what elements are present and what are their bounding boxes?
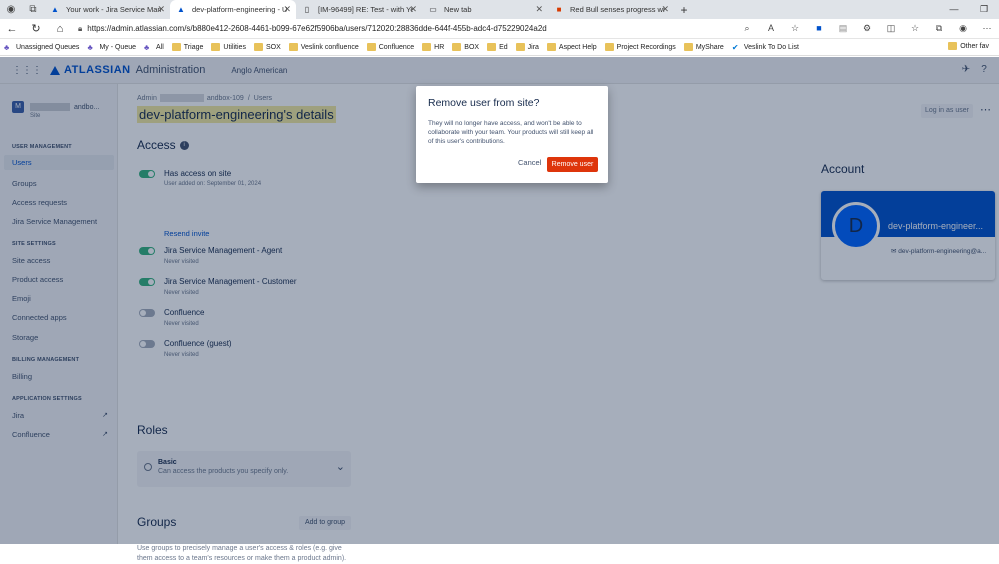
jira-icon: ♣ — [4, 43, 10, 52]
folder-icon — [948, 42, 958, 50]
jira-icon: ♣ — [87, 43, 93, 52]
zoom-icon[interactable]: ⌕ — [735, 23, 759, 34]
collections-icon[interactable]: ⧉ — [927, 23, 951, 34]
folder-icon — [422, 43, 432, 51]
folder-icon — [515, 43, 525, 51]
favorite-star-icon[interactable]: ☆ — [783, 23, 807, 34]
bookmark-folder[interactable]: Utilities — [211, 43, 246, 51]
microsoft-icon: ■ — [556, 5, 562, 14]
jira-icon: ▲ — [51, 5, 59, 14]
browser-tab-active[interactable]: ▲ dev-platform-engineering - Users ✕ — [170, 0, 296, 19]
restore-icon[interactable]: ❐ — [969, 0, 999, 19]
address-bar-row: ← ↻ ⌂ 🔒︎ https://admin.atlassian.com/s/b… — [0, 19, 999, 39]
bookmarks-bar: ♣ Unassigned Queues ♣ My - Queue ♣ All Tria… — [0, 39, 999, 56]
favorites-icon[interactable]: ☆ — [903, 23, 927, 34]
profile-icon[interactable]: ◉ — [951, 23, 975, 34]
settings-more-icon[interactable]: ⋯ — [975, 23, 999, 34]
browser-tab[interactable]: ▯ [IM-96499] RE: Test - with Yes sec ✕ — [296, 0, 422, 19]
folder-icon — [171, 43, 181, 51]
jira-icon: ♣ — [144, 43, 150, 52]
folder-icon — [366, 43, 376, 51]
bookmark[interactable]: ♣ My - Queue — [87, 43, 136, 52]
lock-icon: 🔒︎ — [78, 23, 83, 33]
extension-icon[interactable]: ▤ — [831, 23, 855, 34]
read-aloud-icon[interactable]: A — [759, 23, 783, 34]
workspaces-icon[interactable]: ⧉ — [22, 0, 44, 19]
close-tab-icon[interactable]: ✕ — [157, 4, 165, 15]
folder-icon — [683, 43, 693, 51]
cancel-button[interactable]: Cancel — [518, 158, 541, 167]
bookmark-folder[interactable]: BOX — [452, 43, 479, 51]
bookmark-folder[interactable]: Aspect Help — [546, 43, 597, 51]
folder-icon — [487, 43, 497, 51]
groups-description: Use groups to precisely manage a user's … — [137, 545, 347, 562]
checkmark-icon: ✔ — [731, 43, 739, 52]
home-icon[interactable]: ⌂ — [48, 23, 72, 35]
bookmark-folder[interactable]: Jira — [515, 43, 539, 51]
bookmark[interactable]: ♣ All — [144, 43, 164, 52]
bookmark-folder[interactable]: Project Recordings — [604, 43, 676, 51]
close-tab-icon[interactable]: ✕ — [535, 4, 543, 15]
document-icon: ▯ — [304, 5, 310, 14]
folder-icon — [604, 43, 614, 51]
refresh-icon[interactable]: ↻ — [24, 22, 48, 35]
split-screen-icon[interactable]: ◫ — [879, 23, 903, 34]
folder-icon — [253, 43, 263, 51]
bookmark-folder[interactable]: Confluence — [366, 43, 414, 51]
browser-toolbar: ⌕ A ☆ ■ ▤ ⚙ ◫ ☆ ⧉ ◉ ⋯ — [735, 23, 999, 34]
bookmark[interactable]: ✔ Veslink To Do List — [731, 43, 799, 52]
folder-icon — [452, 43, 462, 51]
bookmark-folder[interactable]: Ed — [487, 43, 508, 51]
window-controls: — ❐ — [939, 0, 999, 19]
close-tab-icon[interactable]: ✕ — [283, 4, 291, 15]
bookmark[interactable]: ♣ Unassigned Queues — [4, 43, 79, 52]
browser-tab-bar: ◉ ⧉ ▲ Your work - Jira Service Managem ✕… — [0, 0, 999, 19]
browser-tab[interactable]: ▭ New tab ✕ — [422, 0, 548, 19]
folder-icon — [288, 43, 298, 51]
folder-icon — [211, 43, 221, 51]
remove-user-dialog: Remove user from site? They will no long… — [416, 86, 608, 183]
dialog-body: They will no longer have access, and won… — [428, 120, 594, 145]
back-icon[interactable]: ← — [0, 23, 24, 35]
bookmark-folder[interactable]: Veslink confluence — [288, 43, 359, 51]
newtab-icon: ▭ — [429, 5, 437, 14]
bookmark-folder[interactable]: SOX — [253, 43, 281, 51]
browser-tab[interactable]: ▲ Your work - Jira Service Managem ✕ — [44, 0, 170, 19]
other-favorites[interactable]: Other fav — [948, 42, 989, 50]
dialog-title: Remove user from site? — [428, 97, 540, 109]
browser-tab[interactable]: ■ Red Bull senses progress with its ✕ — [548, 0, 674, 19]
bookmark-folder[interactable]: MyShare — [683, 43, 724, 51]
remove-user-button[interactable]: Remove user — [547, 157, 598, 172]
bookmark-folder[interactable]: HR — [422, 43, 444, 51]
extensions-icon[interactable]: ⚙ — [855, 23, 879, 34]
folder-icon — [546, 43, 556, 51]
new-tab-button[interactable]: + — [674, 3, 694, 17]
extension-icon[interactable]: ■ — [807, 23, 831, 34]
minimize-icon[interactable]: — — [939, 0, 969, 19]
bookmark-folder[interactable]: Triage — [171, 43, 203, 51]
url-field[interactable]: 🔒︎ https://admin.atlassian.com/s/b880e41… — [78, 21, 718, 37]
atlassian-icon: ▲ — [177, 5, 185, 14]
close-tab-icon[interactable]: ✕ — [661, 4, 669, 15]
close-tab-icon[interactable]: ✕ — [409, 4, 417, 15]
profile-icon[interactable]: ◉ — [0, 0, 22, 19]
